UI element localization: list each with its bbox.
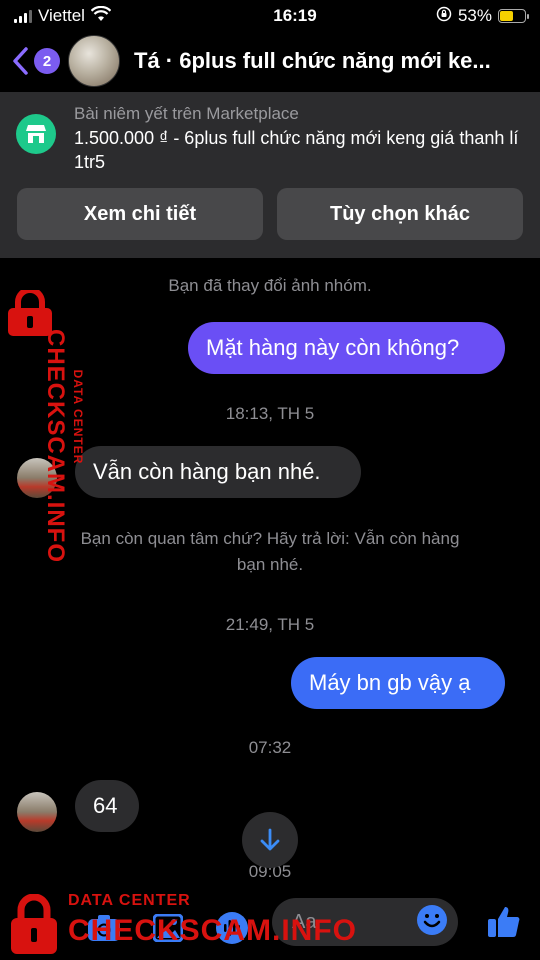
marketplace-label: Bài niêm yết trên Marketplace	[74, 104, 299, 123]
orientation-lock-icon	[436, 6, 452, 27]
watermark-side: CHECKSCAM.INFO DATA CENTER	[0, 287, 85, 563]
unread-badge[interactable]: 2	[34, 48, 60, 74]
outgoing-message[interactable]: Mặt hàng này còn không?	[188, 322, 505, 374]
battery-percent: 53%	[457, 6, 492, 25]
chevron-left-icon	[13, 47, 28, 75]
back-button[interactable]	[10, 46, 34, 76]
avatar[interactable]	[17, 792, 57, 832]
watermark-subtext: DATA CENTER	[71, 369, 85, 465]
arrow-down-icon	[260, 828, 280, 851]
battery-icon	[498, 9, 529, 23]
emoji-icon[interactable]	[416, 904, 448, 941]
marketplace-banner: Bài niêm yết trên Marketplace 1.500.000 …	[0, 92, 540, 258]
watermark-text: CHECKSCAM.INFO	[68, 914, 357, 947]
clock: 16:19	[273, 6, 317, 25]
watermark-subtext: DATA CENTER	[68, 892, 191, 909]
incoming-message[interactable]: Vẫn còn hàng bạn nhé.	[75, 446, 361, 498]
chat-title[interactable]: Tá · 6plus full chức năng mới ke...	[134, 48, 530, 74]
system-message: Bạn đã thay đổi ảnh nhóm.	[168, 276, 372, 295]
status-bar: Viettel 16:19 53%	[0, 0, 540, 32]
watermark-text: CHECKSCAM.INFO	[42, 329, 69, 563]
signal-icon	[14, 9, 32, 23]
listing-description: 1.500.000 ₫ - 6plus full chức năng mới k…	[74, 128, 519, 172]
incoming-message[interactable]: 64	[75, 780, 139, 832]
lock-icon	[8, 893, 60, 960]
view-details-button[interactable]: Xem chi tiết	[17, 188, 263, 240]
wifi-icon	[90, 5, 112, 27]
chat-header: 2 Tá · 6plus full chức năng mới ke...	[0, 32, 540, 90]
store-icon	[16, 114, 56, 154]
scroll-to-bottom-button[interactable]	[242, 812, 298, 868]
carrier-label: Viettel	[38, 6, 85, 25]
group-avatar[interactable]	[68, 35, 120, 87]
like-icon[interactable]	[484, 902, 524, 942]
timestamp: 21:49, TH 5	[225, 615, 315, 634]
timestamp: 07:32	[248, 738, 292, 757]
more-options-button[interactable]: Tùy chọn khác	[277, 188, 523, 240]
watermark-bottom: DATA CENTER CHECKSCAM.INFO	[8, 890, 356, 960]
reply-suggestion: Bạn còn quan tâm chứ? Hãy trả lời: Vẫn c…	[80, 529, 460, 574]
outgoing-message[interactable]: Máy bn gb vậy ạ	[291, 657, 505, 709]
